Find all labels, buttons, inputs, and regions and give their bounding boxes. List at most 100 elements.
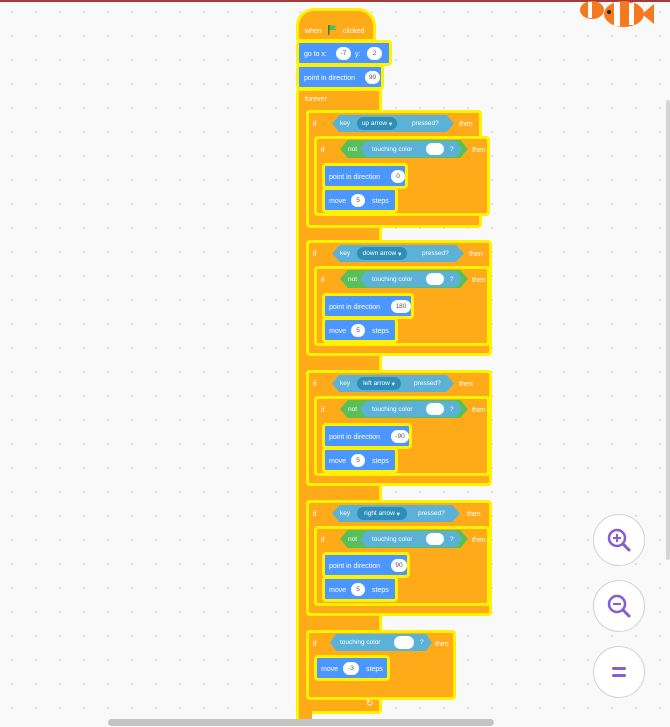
key-pressed-condition[interactable]: key up arrow ▾ pressed?	[332, 115, 454, 132]
if-label: if	[313, 381, 317, 388]
not-label: not	[348, 535, 358, 543]
color-swatch[interactable]	[394, 636, 414, 649]
question-label: ?	[450, 535, 454, 543]
pressed-label: pressed?	[412, 120, 439, 127]
key-label: key	[340, 380, 351, 387]
direction-input[interactable]: 90	[365, 71, 380, 84]
zoom-in-icon	[607, 528, 631, 552]
then-label: then	[472, 147, 486, 154]
if-label: if	[321, 147, 325, 154]
zoom-out-button[interactable]	[593, 580, 645, 632]
vertical-scrollbar[interactable]	[666, 100, 670, 560]
when-label: when	[305, 28, 322, 35]
steps-input[interactable]: 5	[351, 583, 365, 596]
then-label: then	[459, 121, 473, 128]
direction-input[interactable]: -90	[391, 430, 409, 443]
not-label: not	[348, 405, 358, 413]
touching-color-condition[interactable]: touching color ?	[360, 401, 462, 417]
move-label: move	[329, 587, 347, 594]
x-input[interactable]: -7	[336, 47, 351, 60]
question-label: ?	[450, 275, 454, 283]
touching-color-label: touching color	[340, 639, 381, 646]
point-in-direction-block[interactable]: point in direction 90	[296, 64, 384, 90]
direction-input[interactable]: 0	[391, 170, 405, 183]
move-steps-block[interactable]: move 5 steps	[322, 317, 398, 343]
if-label: if	[321, 537, 325, 544]
pressed-label: pressed?	[414, 380, 441, 387]
move-label: move	[329, 458, 347, 465]
point-in-direction-block[interactable]: point in direction -90	[322, 423, 412, 449]
go-to-xy-block[interactable]: go to x: -7 y: 2	[296, 40, 392, 66]
key-pressed-condition[interactable]: key right arrow ▾ pressed?	[332, 505, 460, 522]
key-dropdown[interactable]: down arrow ▾	[357, 247, 407, 260]
zoom-reset-button[interactable]	[593, 646, 645, 698]
forever-label: forever	[305, 96, 327, 103]
color-swatch[interactable]	[426, 273, 444, 285]
if-label: if	[313, 641, 317, 648]
touching-color-condition[interactable]: touching color ?	[360, 271, 462, 287]
zoom-reset-icon	[612, 667, 626, 677]
steps-label: steps	[366, 666, 383, 673]
point-label: point in direction	[329, 304, 380, 311]
horizontal-scrollbar[interactable]	[108, 719, 494, 726]
not-label: not	[348, 275, 358, 283]
move-steps-block[interactable]: move 5 steps	[322, 576, 398, 602]
steps-input[interactable]: 5	[351, 194, 365, 207]
move-steps-block[interactable]: move 5 steps	[322, 187, 398, 213]
color-swatch[interactable]	[426, 533, 444, 545]
then-label: then	[435, 641, 449, 648]
touching-color-label: touching color	[372, 145, 413, 153]
then-label: then	[459, 381, 473, 388]
key-label: key	[340, 510, 351, 517]
point-label: point in direction	[304, 75, 355, 82]
key-pressed-condition[interactable]: key down arrow ▾ pressed?	[332, 245, 464, 262]
color-swatch[interactable]	[426, 143, 444, 155]
key-dropdown[interactable]: up arrow ▾	[357, 117, 397, 130]
question-label: ?	[450, 145, 454, 153]
then-label: then	[472, 407, 486, 414]
touching-color-condition[interactable]: touching color ?	[360, 531, 462, 547]
key-pressed-condition[interactable]: key left arrow ▾ pressed?	[332, 375, 454, 392]
steps-input[interactable]: 5	[351, 324, 365, 337]
key-dropdown-value: down arrow	[362, 250, 397, 257]
clicked-label: clicked	[343, 28, 365, 35]
then-label: then	[469, 251, 483, 258]
steps-input[interactable]: -3	[343, 662, 359, 675]
steps-input[interactable]: 5	[351, 454, 365, 467]
zoom-in-button[interactable]	[593, 514, 645, 566]
if-label: if	[321, 277, 325, 284]
move-label: move	[321, 666, 339, 673]
point-label: point in direction	[329, 174, 380, 181]
green-flag-icon	[328, 25, 337, 35]
key-dropdown[interactable]: right arrow ▾	[357, 507, 407, 520]
point-in-direction-block[interactable]: point in direction 90	[322, 552, 410, 578]
zoom-out-icon	[607, 594, 631, 618]
if-label: if	[313, 511, 317, 518]
point-label: point in direction	[329, 434, 380, 441]
color-swatch[interactable]	[426, 403, 444, 415]
direction-input[interactable]: 180	[391, 300, 411, 313]
steps-label: steps	[372, 328, 389, 335]
touching-color-label: touching color	[372, 405, 413, 413]
when-flag-clicked-block[interactable]: when clicked	[296, 8, 376, 42]
then-label: then	[472, 277, 486, 284]
key-dropdown[interactable]: left arrow ▾	[357, 377, 401, 390]
direction-input[interactable]: 90	[391, 559, 407, 572]
steps-label: steps	[372, 458, 389, 465]
move-label: move	[329, 328, 347, 335]
y-input[interactable]: 2	[367, 47, 382, 60]
point-in-direction-block[interactable]: point in direction 180	[322, 293, 414, 319]
key-label: key	[340, 250, 351, 257]
question-label: ?	[450, 405, 454, 413]
move-steps-block[interactable]: move -3 steps	[314, 655, 390, 681]
key-label: key	[340, 120, 351, 127]
point-in-direction-block[interactable]: point in direction 0	[322, 163, 408, 189]
not-label: not	[348, 145, 358, 153]
move-steps-block[interactable]: move 5 steps	[322, 447, 398, 473]
steps-label: steps	[372, 198, 389, 205]
touching-color-condition[interactable]: touching color ?	[360, 141, 462, 157]
pressed-label: pressed?	[418, 510, 445, 517]
code-workspace[interactable]: forever when clicked go to x: -7 y: 2 po…	[0, 0, 670, 727]
touching-color-condition[interactable]: touching color ?	[330, 634, 432, 651]
steps-label: steps	[372, 587, 389, 594]
